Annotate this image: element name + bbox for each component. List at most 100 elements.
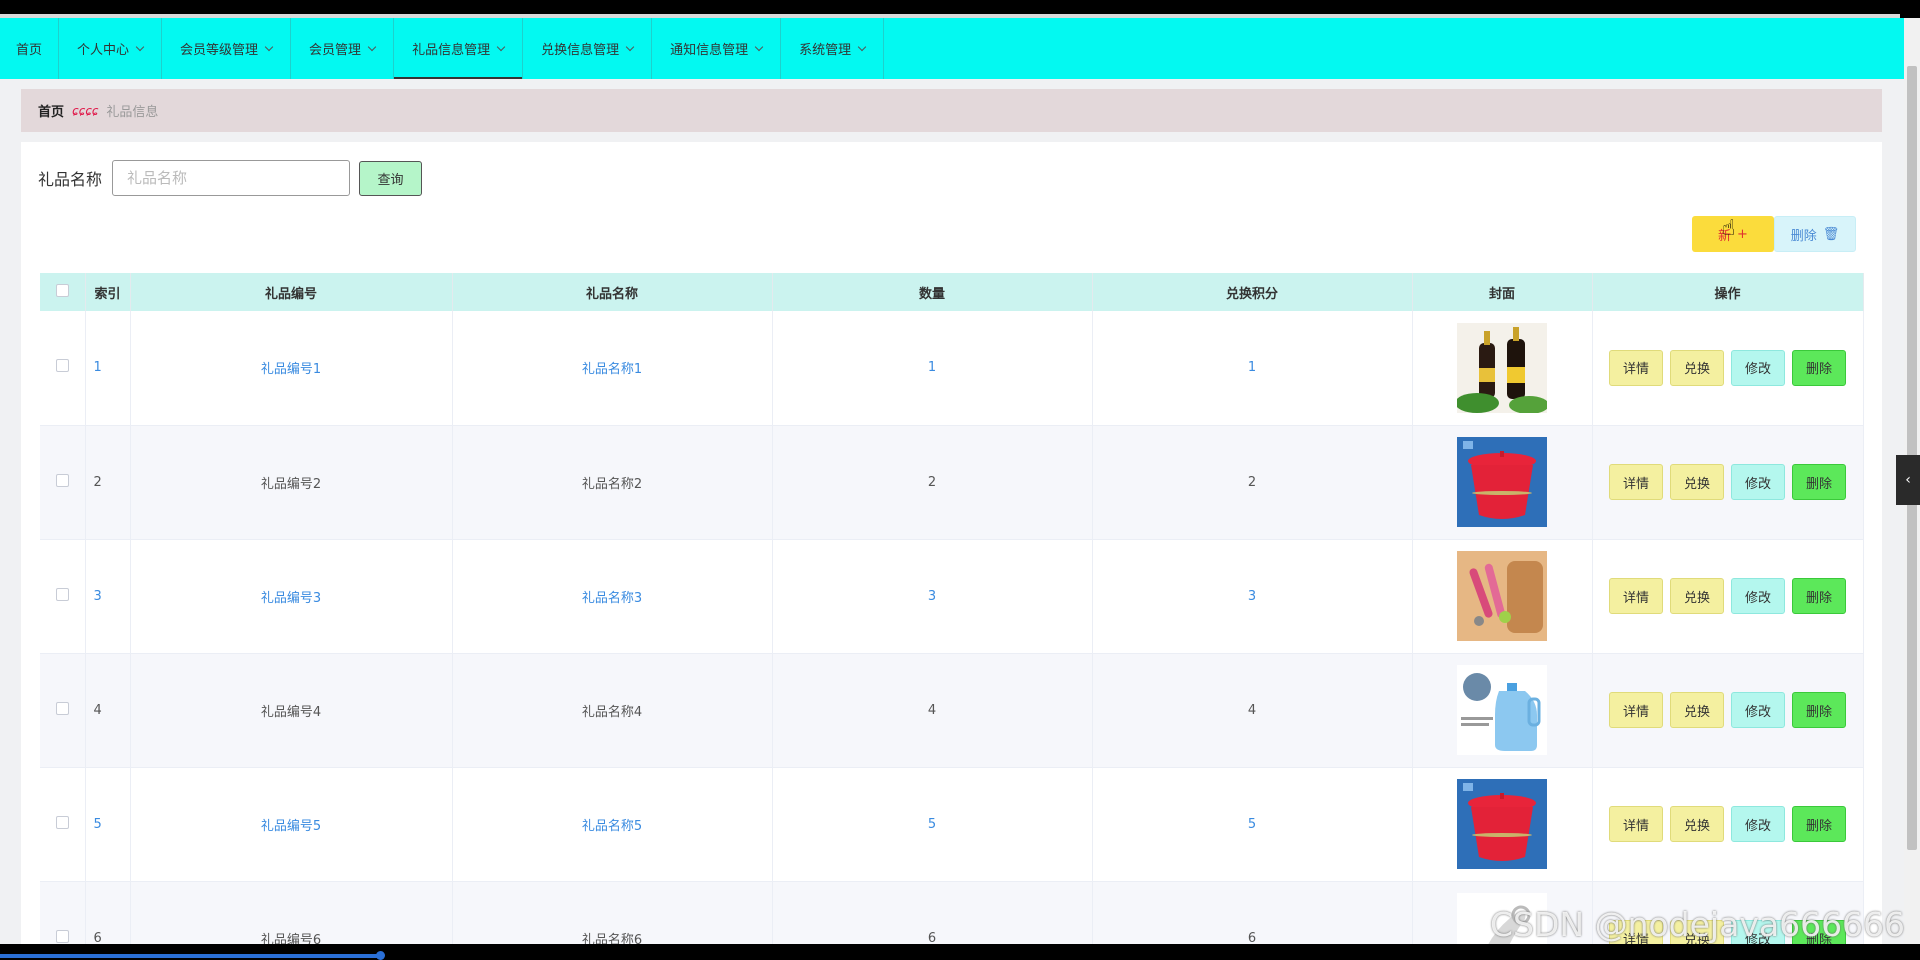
nav-item-0[interactable]: 首页 bbox=[0, 18, 60, 79]
cover-image-water-jug bbox=[1457, 665, 1547, 755]
table-row[interactable]: 4 礼品编号4 礼品名称4 4 4 详情 兑换 修改 删除 bbox=[40, 653, 1864, 768]
cell-name: 礼品名称3 bbox=[452, 539, 773, 654]
table-header-row: 索引 礼品编号 礼品名称 数量 兑换积分 封面 操作 bbox=[40, 273, 1864, 311]
edit-button[interactable]: 修改 bbox=[1731, 349, 1785, 386]
chevron-down-icon bbox=[625, 42, 635, 51]
nav-item-label: 首页 bbox=[16, 43, 43, 58]
row-actions: 详情 兑换 修改 删除 bbox=[1593, 578, 1863, 614]
table-row[interactable]: 5 礼品编号5 礼品名称5 5 5 详情 兑换 修改 删除 bbox=[40, 767, 1864, 882]
delete-button[interactable]: 删除 bbox=[1792, 464, 1846, 500]
nav-item-5[interactable]: 兑换信息管理 bbox=[523, 18, 653, 79]
exchange-button[interactable]: 兑换 bbox=[1670, 578, 1724, 614]
header-code: 礼品编号 bbox=[130, 273, 453, 311]
row-select-cell[interactable] bbox=[40, 311, 86, 426]
detail-button[interactable]: 详情 bbox=[1609, 349, 1663, 386]
trash-icon: 🗑 bbox=[1822, 226, 1840, 242]
query-button[interactable]: 查询 bbox=[359, 160, 423, 196]
cell-name: 礼品名称2 bbox=[452, 425, 773, 540]
exchange-button[interactable]: 兑换 bbox=[1670, 806, 1724, 842]
top-navigation: 首页 个人中心 会员等级管理 会员管理 礼品信息管理 兑换信息管理 通知信息管理 系统管理 bbox=[0, 18, 1904, 79]
cell-name: 礼品名称4 bbox=[452, 653, 773, 768]
nav-item-3[interactable]: 会员管理 bbox=[291, 18, 395, 79]
header-points: 兑换积分 bbox=[1092, 273, 1413, 311]
nav-item-label: 个人中心 bbox=[77, 43, 130, 58]
edit-button[interactable]: 修改 bbox=[1731, 464, 1785, 500]
cover-image-red-bucket bbox=[1457, 779, 1547, 869]
cell-points: 2 bbox=[1092, 425, 1413, 540]
nav-item-7[interactable]: 系统管理 bbox=[781, 18, 885, 79]
row-actions: 详情 兑换 修改 删除 bbox=[1593, 806, 1863, 842]
hand-cursor-icon: ☝ bbox=[1722, 216, 1736, 241]
video-progress-handle[interactable] bbox=[376, 951, 385, 960]
row-select-cell[interactable] bbox=[40, 653, 86, 768]
table-row[interactable]: 2 礼品编号2 礼品名称2 2 2 详情 兑换 修改 删除 bbox=[40, 425, 1864, 540]
search-label: 礼品名称 bbox=[38, 170, 103, 189]
video-progress-bar[interactable] bbox=[0, 954, 382, 958]
detail-button[interactable]: 详情 bbox=[1609, 464, 1663, 500]
exchange-button[interactable]: 兑换 bbox=[1670, 349, 1724, 386]
nav-item-1[interactable]: 个人中心 bbox=[59, 18, 163, 79]
row-select-cell[interactable] bbox=[40, 425, 86, 540]
row-select-cell[interactable] bbox=[40, 539, 86, 654]
gift-table: 索引 礼品编号 礼品名称 数量 兑换积分 封面 操作 1 礼品编号1 礼品名称1 1 1… bbox=[40, 273, 1864, 960]
chevron-down-icon bbox=[857, 42, 867, 51]
nav-item-label: 兑换信息管理 bbox=[541, 43, 620, 58]
table-row[interactable]: 3 礼品编号3 礼品名称3 3 3 详情 兑换 修改 删除 bbox=[40, 539, 1864, 654]
cell-cover bbox=[1412, 539, 1593, 654]
detail-button[interactable]: 详情 bbox=[1609, 578, 1663, 614]
cell-name: 礼品名称1 bbox=[452, 311, 773, 426]
cell-code: 礼品编号5 bbox=[130, 767, 453, 882]
cell-points: 4 bbox=[1092, 653, 1413, 768]
batch-delete-button[interactable]: 删除 🗑 bbox=[1774, 216, 1856, 252]
cover-image-red-bucket bbox=[1457, 437, 1547, 527]
row-checkbox[interactable] bbox=[55, 587, 69, 601]
cell-operations: 详情 兑换 修改 删除 bbox=[1592, 539, 1864, 654]
header-cover: 封面 bbox=[1412, 273, 1593, 311]
chevron-down-icon bbox=[496, 42, 506, 51]
breadcrumb-separator: ɕɕɕɕ bbox=[72, 103, 99, 118]
csdn-watermark: CSDN @nodejava666666 bbox=[1490, 905, 1906, 944]
breadcrumb-home[interactable]: 首页 bbox=[38, 101, 64, 120]
row-checkbox[interactable] bbox=[55, 929, 69, 943]
nav-item-6[interactable]: 通知信息管理 bbox=[652, 18, 782, 79]
cell-quantity: 4 bbox=[772, 653, 1093, 768]
row-checkbox[interactable] bbox=[55, 473, 69, 487]
cell-points: 1 bbox=[1092, 311, 1413, 426]
gift-name-search-input[interactable] bbox=[112, 160, 351, 196]
exchange-button[interactable]: 兑换 bbox=[1670, 692, 1724, 728]
cell-index: 5 bbox=[85, 767, 131, 882]
delete-button[interactable]: 删除 bbox=[1792, 349, 1846, 386]
cell-quantity: 1 bbox=[772, 311, 1093, 426]
nav-item-label: 礼品信息管理 bbox=[412, 43, 491, 58]
delete-button[interactable]: 删除 bbox=[1792, 692, 1846, 728]
delete-button[interactable]: 删除 bbox=[1792, 578, 1846, 614]
cell-cover bbox=[1412, 653, 1593, 768]
edit-button[interactable]: 修改 bbox=[1731, 692, 1785, 728]
breadcrumb: 首页 ɕɕɕɕ 礼品信息 bbox=[21, 89, 1882, 132]
row-checkbox[interactable] bbox=[55, 359, 69, 373]
header-select-all[interactable] bbox=[40, 273, 86, 311]
detail-button[interactable]: 详情 bbox=[1609, 806, 1663, 842]
nav-item-label: 会员管理 bbox=[309, 43, 362, 58]
table-row[interactable]: 1 礼品编号1 礼品名称1 1 1 详情 兑换 修改 删除 bbox=[40, 311, 1864, 426]
cell-code: 礼品编号1 bbox=[130, 311, 453, 426]
row-checkbox[interactable] bbox=[55, 815, 69, 829]
detail-button[interactable]: 详情 bbox=[1609, 692, 1663, 728]
exchange-button[interactable]: 兑换 bbox=[1670, 464, 1724, 500]
cover-image-peeler-knife bbox=[1457, 551, 1547, 641]
collapse-panel-button[interactable]: ‹ bbox=[1896, 455, 1920, 505]
delete-button-label: 删除 bbox=[1790, 228, 1817, 244]
delete-button[interactable]: 删除 bbox=[1792, 806, 1846, 842]
select-all-checkbox[interactable] bbox=[55, 283, 69, 297]
nav-item-2[interactable]: 会员等级管理 bbox=[162, 18, 292, 79]
nav-item-4[interactable]: 礼品信息管理 bbox=[394, 18, 524, 79]
row-select-cell[interactable] bbox=[40, 767, 86, 882]
breadcrumb-current: 礼品信息 bbox=[106, 105, 159, 120]
chevron-left-icon: ‹ bbox=[1905, 472, 1911, 488]
row-actions: 详情 兑换 修改 删除 bbox=[1593, 464, 1863, 500]
edit-button[interactable]: 修改 bbox=[1731, 578, 1785, 614]
cell-points: 3 bbox=[1092, 539, 1413, 654]
row-checkbox[interactable] bbox=[55, 701, 69, 715]
edit-button[interactable]: 修改 bbox=[1731, 806, 1785, 842]
row-actions: 详情 兑换 修改 删除 bbox=[1593, 349, 1863, 386]
